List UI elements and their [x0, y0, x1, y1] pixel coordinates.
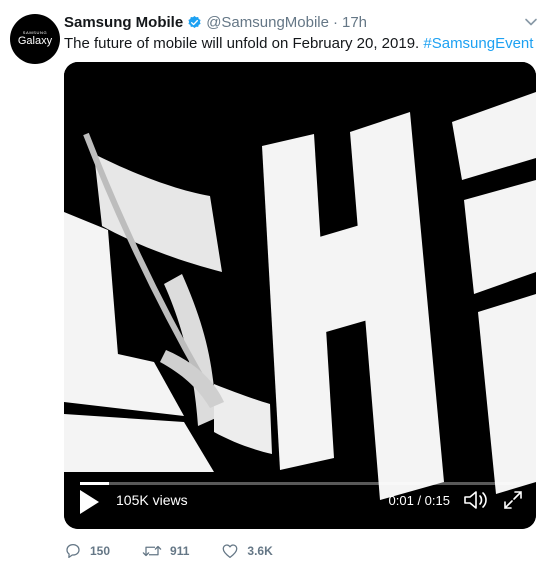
expand-icon[interactable]: [502, 489, 524, 511]
retweet-count: 911: [170, 544, 190, 558]
reply-button[interactable]: 150: [64, 542, 110, 560]
heart-icon: [223, 544, 238, 559]
reply-count: 150: [90, 544, 111, 558]
video-controls: 105K views 0:01 / 0:15: [64, 483, 536, 529]
tweet-timestamp[interactable]: 17h: [342, 14, 367, 31]
user-handle[interactable]: @SamsungMobile: [206, 14, 329, 31]
tweet-actions: 150 911 3.6K: [64, 540, 305, 562]
verified-badge-icon: [187, 15, 202, 30]
tweet-body: The future of mobile will unfold on Febr…: [64, 35, 420, 52]
video-frame: [64, 62, 536, 529]
retweet-button[interactable]: 911: [142, 542, 189, 560]
avatar-brand-big: Galaxy: [17, 35, 53, 47]
video-player[interactable]: 105K views 0:01 / 0:15: [64, 62, 536, 529]
chevron-down-icon[interactable]: [523, 14, 539, 30]
like-button[interactable]: 3.6K: [221, 542, 273, 560]
play-icon[interactable]: [78, 489, 100, 515]
reply-icon: [66, 543, 80, 559]
like-count: 3.6K: [247, 544, 273, 558]
avatar[interactable]: SAMSUNG Galaxy: [10, 14, 60, 64]
view-count: 105K views: [116, 492, 188, 508]
tweet-text: The future of mobile will unfold on Febr…: [64, 35, 533, 52]
tweet-header: Samsung Mobile @SamsungMobile · 17h: [64, 12, 367, 32]
display-name[interactable]: Samsung Mobile: [64, 14, 183, 31]
header-separator: ·: [332, 13, 338, 31]
retweet-icon: [142, 545, 162, 557]
video-time-readout: 0:01 / 0:15: [388, 493, 450, 508]
volume-icon[interactable]: [462, 489, 488, 511]
hashtag-link[interactable]: #SamsungEvent: [423, 35, 533, 52]
